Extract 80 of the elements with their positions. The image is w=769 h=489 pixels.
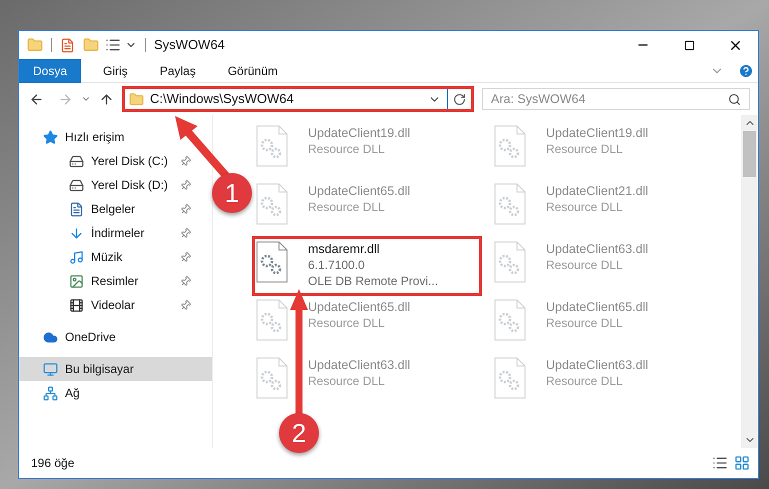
sidebar-item[interactable]: Ağ (19, 381, 88, 405)
large-icons-view-icon[interactable] (734, 455, 750, 471)
document-icon (69, 202, 84, 216)
file-name: UpdateClient19.dll (546, 125, 648, 141)
address-path: C:\Windows\SysWOW64 (150, 90, 295, 108)
sidebar-item[interactable]: Hızlı erişim (19, 125, 132, 149)
file-name: UpdateClient19.dll (308, 125, 410, 141)
sidebar-item[interactable]: Müzik (19, 245, 195, 269)
film-icon (69, 298, 84, 312)
new-folder-icon[interactable] (83, 37, 99, 53)
sidebar-item[interactable]: Yerel Disk (C:) (19, 149, 195, 173)
file-detail: Resource DLL (308, 141, 386, 157)
dll-file-icon (256, 357, 288, 399)
file-name: UpdateClient63.dll (546, 241, 648, 257)
list-view-icon[interactable] (105, 37, 121, 53)
ribbon-tab[interactable]: Görünüm (214, 58, 292, 82)
refresh-icon[interactable] (453, 92, 466, 106)
dll-file-icon (494, 241, 526, 283)
back-icon[interactable] (29, 92, 44, 106)
file-name: UpdateClient63.dll (308, 357, 410, 373)
dll-file-icon (256, 241, 288, 283)
file-name: msdaremr.dll (308, 241, 381, 257)
file-name: UpdateClient65.dll (308, 183, 410, 199)
file-name: UpdateClient65.dll (546, 299, 648, 315)
dll-file-icon (256, 299, 288, 341)
dll-file-icon (256, 125, 288, 167)
file-name: UpdateClient65.dll (308, 299, 410, 315)
file-detail: Resource DLL (546, 315, 624, 331)
maximize-icon (684, 40, 694, 50)
dll-file-icon (256, 183, 288, 225)
address-field[interactable]: C:\Windows\SysWOW64 (122, 86, 474, 112)
sidebar-item[interactable]: Bu bilgisayar (19, 357, 212, 381)
file-detail: Resource DLL (308, 373, 386, 389)
dll-file-icon (494, 125, 526, 167)
file-detail: Resource DLL (308, 315, 386, 331)
sidebar-item[interactable]: Videolar (19, 293, 195, 317)
search-field[interactable]: Ara: SysWOW64 (482, 88, 750, 110)
properties-icon[interactable] (60, 38, 75, 52)
sidebar-item[interactable]: OneDrive (19, 325, 124, 349)
file-detail: Resource DLL (546, 373, 624, 389)
window-title: SysWOW64 (154, 36, 225, 54)
details-view-icon[interactable] (712, 455, 728, 471)
file-detail: OLE DB Remote Provi... (308, 273, 438, 289)
search-icon (728, 92, 741, 106)
file-name: UpdateClient63.dll (546, 357, 648, 373)
network-icon (43, 386, 58, 400)
file-detail: Resource DLL (546, 257, 624, 273)
up-icon[interactable] (99, 92, 114, 106)
cloud-icon (43, 330, 58, 344)
forward-icon[interactable] (58, 92, 73, 106)
drive-icon (69, 178, 84, 192)
sidebar-item[interactable]: Yerel Disk (D:) (19, 173, 195, 197)
picture-icon (69, 274, 84, 288)
folder-icon[interactable] (27, 37, 43, 53)
sidebar-item[interactable]: İndirmeler (19, 221, 195, 245)
file-item[interactable]: msdaremr.dll 6.1.7100.0 OLE DB Remote Provi... (253, 237, 481, 295)
monitor-icon (43, 362, 58, 376)
sidebar-item[interactable]: Belgeler (19, 197, 195, 221)
dll-file-icon (494, 299, 526, 341)
dll-file-icon (494, 183, 526, 225)
file-detail: Resource DLL (546, 199, 624, 215)
search-input[interactable]: Ara: SysWOW64 (491, 90, 728, 108)
file-detail: Resource DLL (546, 141, 624, 157)
file-name: UpdateClient21.dll (546, 183, 648, 199)
music-note-icon (69, 250, 84, 264)
ribbon-tab[interactable]: Giriş (89, 58, 142, 82)
file-detail: 6.1.7100.0 (308, 257, 366, 273)
item-count: 196 öğe (31, 455, 74, 472)
file-menu-button[interactable]: Dosya (19, 58, 82, 82)
drive-icon (69, 154, 84, 168)
ribbon-tab[interactable]: Paylaş (146, 58, 210, 82)
scrollbar[interactable] (741, 115, 758, 448)
dll-file-icon (494, 357, 526, 399)
help-icon[interactable] (738, 62, 754, 78)
download-icon (69, 226, 84, 240)
scrollbar-thumb[interactable] (743, 131, 756, 177)
file-detail: Resource DLL (308, 199, 386, 215)
star-icon (43, 130, 58, 144)
folder-icon (129, 92, 144, 106)
sidebar-item[interactable]: Resimler (19, 269, 195, 293)
